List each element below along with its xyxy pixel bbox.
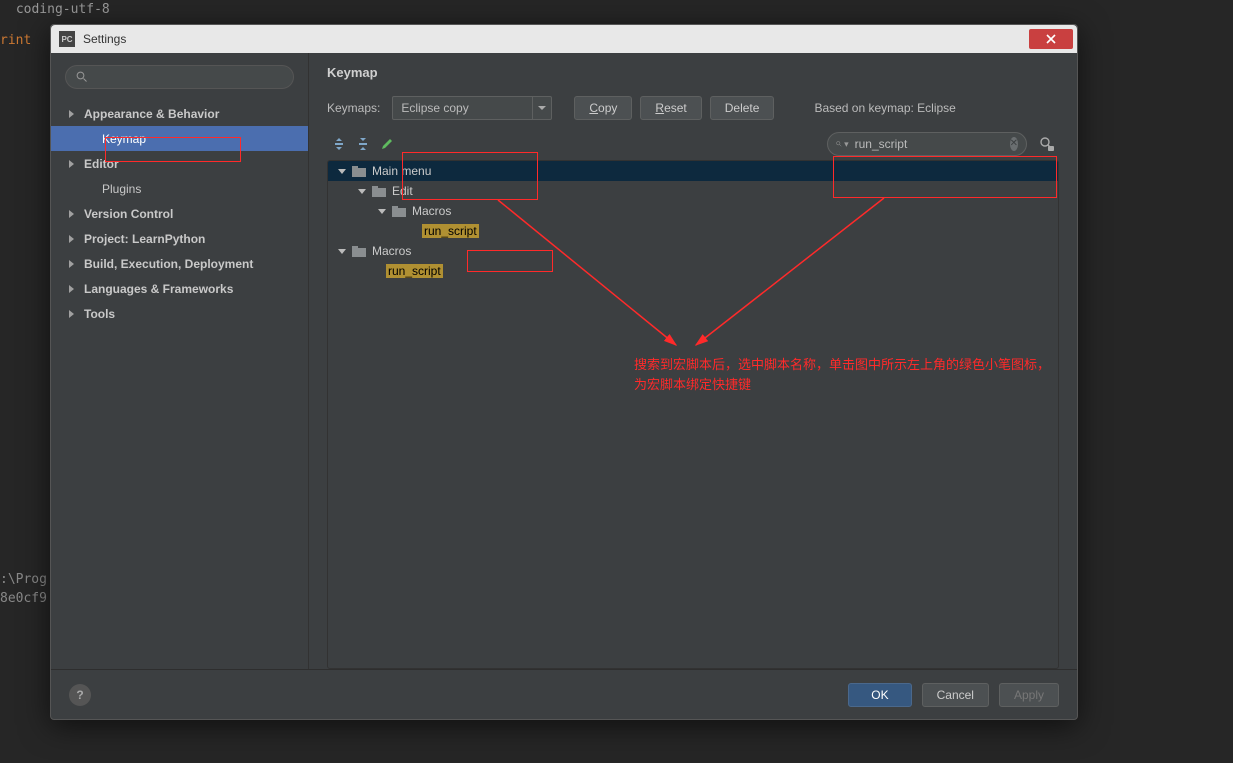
chevron-right-icon: [69, 260, 74, 268]
settings-sidebar: Appearance & Behavior Keymap Editor Plug…: [51, 53, 309, 669]
keymap-tree[interactable]: Main menu Edit Macros run_script: [327, 160, 1059, 669]
help-button[interactable]: ?: [69, 684, 91, 706]
find-shortcut-icon: [1039, 136, 1055, 152]
sidebar-search-input[interactable]: [94, 70, 283, 84]
tree-main-menu[interactable]: Main menu: [328, 161, 1058, 181]
tree-macros-1[interactable]: Macros: [328, 201, 1058, 221]
keymap-selector-row: Keymaps: Eclipse copy Copy Reset Delete …: [327, 96, 1059, 120]
chevron-down-icon: [532, 97, 550, 119]
titlebar[interactable]: PC Settings: [51, 25, 1077, 53]
sidebar-search[interactable]: [65, 65, 294, 89]
settings-dialog: PC Settings Appearance & Behavior Keymap…: [50, 24, 1078, 720]
close-button[interactable]: [1029, 29, 1073, 49]
chevron-right-icon: [69, 235, 74, 243]
nav-keymap[interactable]: Keymap: [51, 126, 308, 151]
chevron-down-icon: [378, 209, 386, 214]
tree-run-script-2[interactable]: run_script: [328, 261, 1058, 281]
keymap-toolbar: ▾ ✕: [327, 132, 1059, 156]
collapse-all-button[interactable]: [351, 132, 375, 156]
folder-icon: [372, 186, 386, 197]
close-icon: [1046, 34, 1056, 44]
dialog-button-bar: ? OK Cancel Apply: [51, 669, 1077, 719]
search-icon: [76, 71, 88, 83]
folder-icon: [392, 206, 406, 217]
collapse-all-icon: [356, 137, 370, 151]
chevron-right-icon: [69, 310, 74, 318]
content-pane: Keymap Keymaps: Eclipse copy Copy Reset …: [309, 53, 1077, 669]
page-title: Keymap: [327, 65, 1059, 80]
nav-appearance-behavior[interactable]: Appearance & Behavior: [51, 101, 308, 126]
cancel-button[interactable]: Cancel: [922, 683, 989, 707]
chevron-down-icon: [358, 189, 366, 194]
reset-button[interactable]: Reset: [640, 96, 701, 120]
nav-version-control[interactable]: Version Control: [51, 201, 308, 226]
keymaps-label: Keymaps:: [327, 101, 380, 115]
action-search[interactable]: ▾ ✕: [827, 132, 1027, 156]
copy-button[interactable]: Copy: [574, 96, 632, 120]
nav-plugins[interactable]: Plugins: [51, 176, 308, 201]
keymaps-value: Eclipse copy: [401, 101, 468, 115]
based-on-label: Based on keymap: Eclipse: [814, 101, 955, 115]
expand-all-button[interactable]: [327, 132, 351, 156]
search-icon: [836, 138, 842, 150]
ok-button[interactable]: OK: [848, 683, 911, 707]
tree-run-script-1[interactable]: run_script: [328, 221, 1058, 241]
nav-editor[interactable]: Editor: [51, 151, 308, 176]
nav-project[interactable]: Project: LearnPython: [51, 226, 308, 251]
chevron-down-icon: [338, 169, 346, 174]
dropdown-tiny-icon: ▾: [844, 139, 849, 150]
chevron-down-icon: [338, 249, 346, 254]
keymaps-dropdown[interactable]: Eclipse copy: [392, 96, 552, 120]
find-by-shortcut-button[interactable]: [1035, 132, 1059, 156]
settings-nav: Appearance & Behavior Keymap Editor Plug…: [51, 97, 308, 326]
chevron-right-icon: [69, 210, 74, 218]
app-icon: PC: [59, 31, 75, 47]
dialog-title: Settings: [83, 32, 126, 46]
clear-search-button[interactable]: ✕: [1010, 137, 1018, 151]
tree-edit[interactable]: Edit: [328, 181, 1058, 201]
nav-tools[interactable]: Tools: [51, 301, 308, 326]
edit-shortcut-button[interactable]: [375, 132, 399, 156]
nav-languages-frameworks[interactable]: Languages & Frameworks: [51, 276, 308, 301]
app-folder-icon: [352, 166, 366, 177]
chevron-right-icon: [69, 285, 74, 293]
expand-all-icon: [332, 137, 346, 151]
delete-button[interactable]: Delete: [710, 96, 775, 120]
pencil-icon: [380, 137, 394, 151]
tree-macros-2[interactable]: Macros: [328, 241, 1058, 261]
apply-button[interactable]: Apply: [999, 683, 1059, 707]
nav-build-exec-deploy[interactable]: Build, Execution, Deployment: [51, 251, 308, 276]
chevron-right-icon: [69, 110, 74, 118]
folder-icon: [352, 246, 366, 257]
action-search-input[interactable]: [855, 137, 1010, 151]
chevron-right-icon: [69, 160, 74, 168]
